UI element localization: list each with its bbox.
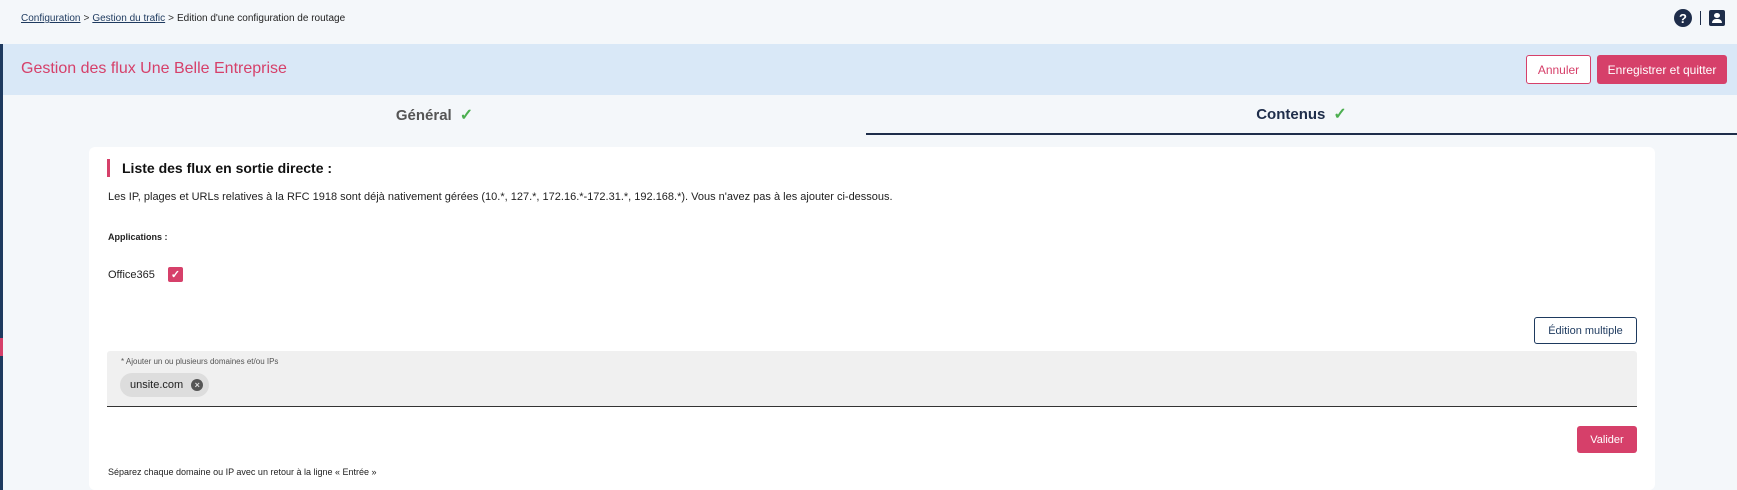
breadcrumb-link-configuration[interactable]: Configuration [21, 13, 80, 24]
office365-checkbox[interactable]: ✓ [168, 267, 183, 282]
chip-label: unsite.com [130, 379, 184, 391]
tab-general[interactable]: Général ✓ [3, 95, 866, 135]
domains-input-field[interactable]: * Ajouter un ou plusieurs domaines et/ou… [107, 351, 1637, 407]
breadcrumb-separator: > [83, 13, 90, 24]
top-bar: Configuration > Gestion du trafic > Edition … [0, 0, 1737, 44]
breadcrumb: Configuration > Gestion du trafic > Edition … [21, 13, 345, 24]
save-and-quit-button[interactable]: Enregistrer et quitter [1597, 55, 1727, 84]
tab-bar: Général ✓ Contenus ✓ [3, 95, 1737, 135]
section-title: Liste des flux en sortie directe : [107, 159, 332, 177]
tab-contenus[interactable]: Contenus ✓ [866, 95, 1737, 135]
icon-divider [1700, 11, 1701, 25]
application-name: Office365 [108, 269, 155, 281]
left-edge-marker [0, 338, 3, 356]
breadcrumb-separator: > [168, 13, 174, 24]
close-circle-icon[interactable]: × [191, 379, 204, 391]
page-title: Gestion des flux Une Belle Entreprise [21, 60, 287, 77]
info-text: Les IP, plages et URLs relatives à la RF… [108, 191, 893, 203]
multi-edit-button[interactable]: Édition multiple [1534, 317, 1637, 344]
hint-text: Séparez chaque domaine ou IP avec un ret… [108, 467, 377, 477]
breadcrumb-link-gestion-trafic[interactable]: Gestion du trafic [92, 13, 165, 24]
domain-chip: unsite.com × [120, 373, 210, 397]
tab-label: Contenus [1256, 105, 1326, 123]
top-icons: ? [1674, 9, 1725, 27]
cancel-button[interactable]: Annuler [1526, 55, 1591, 84]
applications-label: Applications : [108, 232, 168, 242]
check-icon: ✓ [1333, 106, 1347, 123]
validate-button[interactable]: Valider [1577, 426, 1637, 453]
user-account-icon[interactable] [1709, 10, 1725, 26]
content-card: Liste des flux en sortie directe : Les I… [89, 147, 1655, 490]
check-icon: ✓ [459, 107, 474, 124]
help-circle-icon[interactable]: ? [1674, 9, 1692, 27]
field-label: * Ajouter un ou plusieurs domaines et/ou… [121, 357, 279, 366]
breadcrumb-current: Edition d'une configuration de routage [176, 13, 346, 24]
page-header: Gestion des flux Une Belle Entreprise An… [3, 44, 1737, 95]
tab-label: Général [395, 106, 452, 124]
